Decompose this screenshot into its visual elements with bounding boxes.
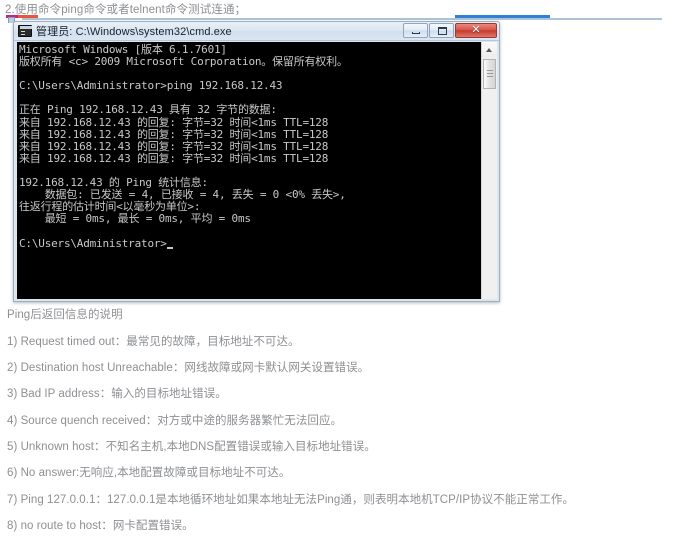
console-line-reply: 来自 192.168.12.43 的回复: 字节=32 时间<1ms TTL=1… — [19, 151, 329, 165]
console-line-reply: 来自 192.168.12.43 的回复: 字节=32 时间<1ms TTL=1… — [19, 115, 329, 129]
text-cursor — [166, 246, 173, 249]
prompt-text: C:\Users\Administrator> — [19, 236, 167, 250]
console-line: 正在 Ping 192.168.12.43 具有 32 字节的数据: — [19, 103, 277, 117]
maximize-button[interactable] — [429, 23, 454, 38]
explanation-item: 2) Destination host Unreachable：网线故障或网卡默… — [7, 362, 370, 375]
console-output-area[interactable]: Microsoft Windows [版本 6.1.7601] 版权所有 <c>… — [17, 42, 481, 299]
command-prompt-window: 管理员: C:\Windows\system32\cmd.exe ✕ Micro… — [13, 21, 500, 302]
explanation-item: 1) Request timed out：最常见的故障，目标地址不可达。 — [7, 335, 300, 348]
console-line-stats-rtt: 最短 = 0ms, 最长 = 0ms, 平均 = 0ms — [19, 212, 251, 226]
window-title: 管理员: C:\Windows\system32\cmd.exe — [36, 26, 232, 38]
console-line-prompt: C:\Users\Administrator> — [19, 236, 481, 250]
explanation-item: 8) no route to host：网卡配置错误。 — [7, 519, 194, 532]
explanation-item: 4) Source quench received：对方或中途的服务器繁忙无法回… — [7, 414, 343, 427]
scroll-up-arrow-icon[interactable] — [482, 42, 497, 57]
console-line-reply: 来自 192.168.12.43 的回复: 字节=32 时间<1ms TTL=1… — [19, 127, 329, 141]
window-titlebar[interactable]: 管理员: C:\Windows\system32\cmd.exe ✕ — [14, 22, 499, 41]
cmd-console-icon — [18, 25, 32, 37]
scrollbar-thumb[interactable] — [483, 59, 496, 89]
maximize-icon — [438, 27, 447, 35]
explanation-title: Ping后返回信息的说明 — [7, 309, 123, 321]
ruler-baseline — [22, 18, 662, 20]
explanation-item: 3) Bad IP address：输入的目标地址错误。 — [7, 388, 227, 401]
minimize-button[interactable] — [403, 23, 428, 38]
console-vertical-scrollbar[interactable] — [481, 42, 497, 299]
explanation-item: 6) No answer:无响应,本地配置故障或目标地址不可达。 — [7, 467, 291, 480]
close-button[interactable]: ✕ — [455, 23, 497, 38]
minimize-icon — [412, 32, 420, 34]
console-body: Microsoft Windows [版本 6.1.7601] 版权所有 <c>… — [14, 41, 499, 301]
explanation-section: Ping后返回信息的说明 1) Request timed out：最常见的故障… — [7, 308, 667, 545]
console-line-command: C:\Users\Administrator>ping 192.168.12.4… — [19, 79, 283, 93]
close-icon: ✕ — [471, 24, 481, 36]
explanation-item: 5) Unknown host：不知名主机,本地DNS配置错误或输入目标地址错误… — [7, 440, 376, 453]
window-controls: ✕ — [403, 23, 497, 38]
console-line: 版权所有 <c> 2009 Microsoft Corporation。保留所有… — [19, 55, 348, 69]
